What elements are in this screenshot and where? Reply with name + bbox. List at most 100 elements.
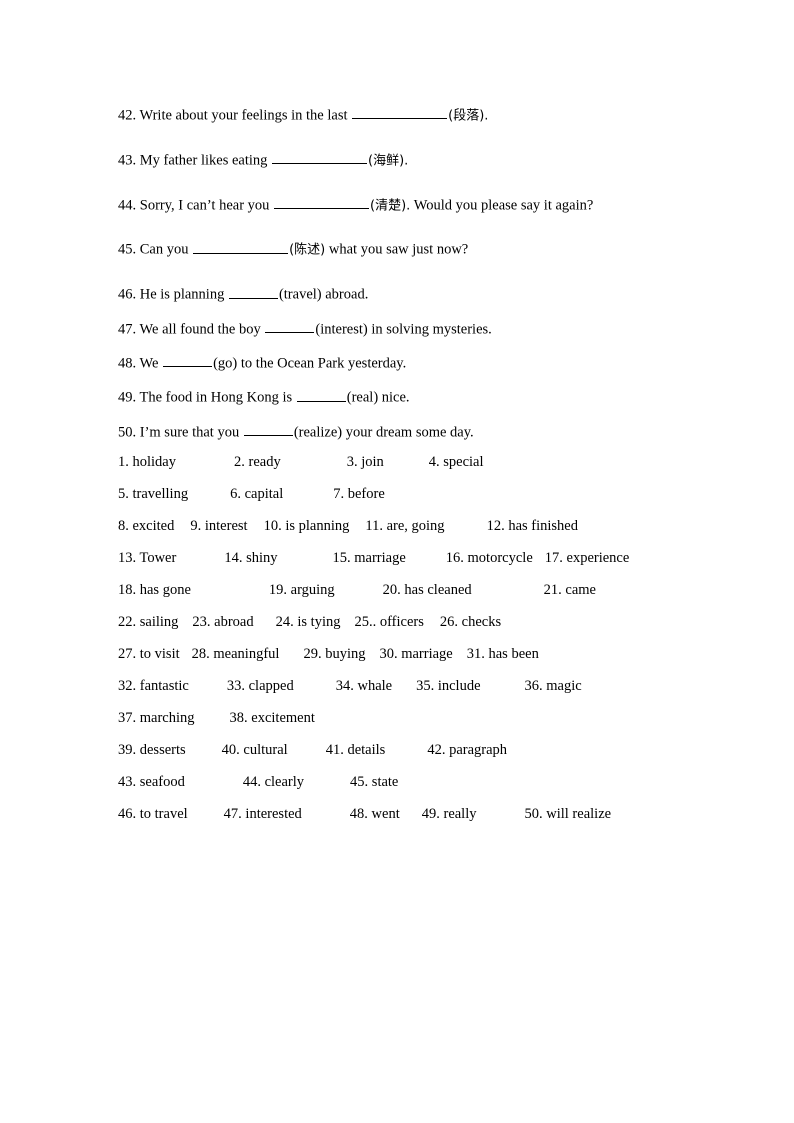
answer-item: 10. is planning — [263, 518, 350, 534]
answer-item: 2. ready — [234, 454, 281, 470]
answer-item: 15. marriage — [332, 550, 406, 566]
answer-key-section: 1. holiday 2. ready 3. join 4. special 5. tr… — [118, 455, 698, 839]
question-hint: (清楚). — [370, 197, 411, 213]
question-text-before-blank: We — [139, 355, 159, 372]
question-text-before-blank: Can you — [139, 241, 189, 258]
answer-blank[interactable] — [193, 239, 289, 254]
answer-item: 12. has finished — [486, 518, 578, 534]
question-hint: (海鲜). — [368, 153, 409, 169]
fill-in-questions-section: 42. Write about your feelings in the las… — [118, 105, 718, 456]
answer-item: 34. whale — [335, 678, 393, 694]
answer-item: 4. special — [428, 454, 484, 470]
answer-row: 43. seafood 44. clearly 45. state — [118, 775, 698, 790]
answer-row: 27. to visit 28. meaningful 29. buying 30. … — [118, 647, 698, 662]
question-hint: (陈述) — [289, 242, 326, 258]
answer-item: 36. magic — [524, 678, 582, 694]
answer-item: 7. before — [333, 486, 385, 502]
question-number: 42. — [118, 107, 137, 124]
answer-blank[interactable] — [243, 422, 293, 436]
answer-item: 23. abroad — [192, 614, 254, 630]
answer-item: 41. details — [325, 742, 386, 758]
question-line: 47. We all found the boy (interest) in s… — [118, 319, 718, 337]
answer-blank[interactable] — [352, 105, 448, 120]
question-line: 46. He is planning (travel) abroad. — [118, 284, 718, 302]
question-line: 45. Can you (陈述) what you saw just now? — [118, 239, 718, 258]
answer-item: 14. shiny — [224, 550, 278, 566]
answer-item: 27. to visit — [118, 646, 180, 662]
answer-item: 42. paragraph — [427, 742, 508, 758]
answer-item: 9. interest — [190, 518, 248, 534]
answer-item: 48. went — [349, 806, 400, 822]
question-text-before-blank: Sorry, I can’t hear you — [139, 196, 270, 213]
answer-item: 8. excited — [118, 518, 175, 534]
answer-item: 43. seafood — [118, 774, 185, 790]
answer-row: 32. fantastic 33. clapped 34. whale 35. inc… — [118, 679, 698, 694]
answer-item: 16. motorcycle — [445, 550, 533, 566]
question-line: 50. I’m sure that you (realize) your dre… — [118, 422, 718, 440]
answer-blank[interactable] — [228, 284, 278, 299]
answer-item: 25.. officers — [354, 614, 424, 630]
answer-item: 39. desserts — [118, 742, 186, 758]
answer-item: 47. interested — [223, 806, 302, 822]
answer-row: 5. travelling 6. capital 7. before — [118, 487, 698, 502]
question-number: 44. — [118, 196, 137, 213]
question-text-before-blank: Write about your feelings in the last — [139, 107, 348, 124]
answer-item: 37. marching — [118, 710, 195, 726]
answer-item: 30. marriage — [379, 646, 453, 662]
answer-row: 13. Tower 14. shiny 15. marriage 16. motorc… — [118, 551, 698, 566]
answer-row: 18. has gone 19. arguing 20. has cleaned 21… — [118, 583, 698, 598]
answer-row: 1. holiday 2. ready 3. join 4. special — [118, 455, 698, 470]
question-text-before-blank: We all found the boy — [139, 320, 261, 337]
question-text-before-blank: The food in Hong Kong is — [139, 389, 293, 406]
question-number: 49. — [118, 389, 137, 406]
answer-item: 38. excitement — [229, 710, 315, 726]
question-hint: (realize) — [293, 423, 343, 440]
question-hint: (go) — [213, 355, 238, 372]
answer-row: 8. excited 9. interest 10. is planning 11. … — [118, 519, 698, 534]
answer-item: 46. to travel — [118, 806, 188, 822]
answer-item: 29. buying — [303, 646, 366, 662]
question-text-before-blank: He is planning — [139, 286, 225, 303]
question-number: 46. — [118, 286, 137, 303]
answer-item: 5. travelling — [118, 486, 189, 502]
answer-item: 3. join — [346, 454, 384, 470]
question-hint: (real) — [346, 389, 379, 406]
answer-item: 49. really — [421, 806, 477, 822]
answer-item: 21. came — [543, 582, 596, 598]
answer-item: 1. holiday — [118, 454, 176, 470]
answer-item: 11. are, going — [365, 518, 445, 534]
answer-blank[interactable] — [296, 387, 346, 402]
answer-row: 22. sailing 23. abroad 24. is tying 25.. of… — [118, 615, 698, 630]
answer-item: 19. arguing — [268, 582, 335, 598]
answer-item: 32. fantastic — [118, 678, 189, 694]
answer-blank[interactable] — [274, 195, 370, 209]
answer-item: 26. checks — [439, 614, 502, 630]
question-number: 50. — [118, 423, 137, 440]
answer-item: 35. include — [416, 678, 481, 694]
question-hint: (travel) — [278, 286, 322, 303]
answer-blank[interactable] — [272, 150, 368, 165]
question-text-after-blank: abroad. — [325, 286, 369, 303]
answer-blank[interactable] — [265, 319, 315, 333]
answer-item: 22. sailing — [118, 614, 179, 630]
answer-item: 40. cultural — [221, 742, 288, 758]
question-text-after-blank: your dream some day. — [345, 423, 474, 440]
answer-item: 18. has gone — [118, 582, 191, 598]
answer-item: 50. will realize — [524, 806, 612, 822]
question-text-after-blank: in solving mysteries. — [371, 320, 492, 337]
answer-row: 46. to travel 47. interested 48. went 49. r… — [118, 807, 698, 822]
question-line: 44. Sorry, I can’t hear you (清楚). Would … — [118, 195, 718, 213]
question-line: 49. The food in Hong Kong is (real) nice… — [118, 387, 718, 405]
question-hint: (段落). — [448, 108, 489, 124]
question-text-after-blank: what you saw just now? — [328, 241, 469, 258]
question-text-after-blank: to the Ocean Park yesterday. — [240, 355, 407, 372]
question-hint: (interest) — [315, 320, 368, 337]
question-text-before-blank: My father likes eating — [139, 152, 268, 169]
answer-item: 28. meaningful — [191, 646, 280, 662]
answer-item: 13. Tower — [118, 550, 177, 566]
answer-item: 33. clapped — [226, 678, 294, 694]
question-number: 48. — [118, 355, 137, 372]
answer-blank[interactable] — [163, 353, 213, 368]
answer-item: 17. experience — [544, 550, 630, 566]
answer-item: 20. has cleaned — [382, 582, 472, 598]
